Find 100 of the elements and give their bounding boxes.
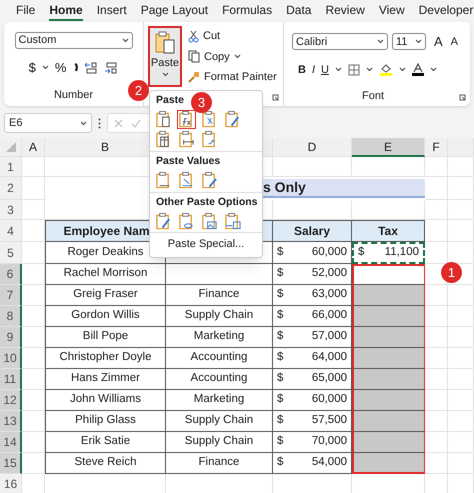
empty-cell: [448, 348, 474, 369]
decrease-decimal-icon[interactable]: [104, 62, 118, 74]
ribbon-tab[interactable]: Page Layout: [140, 1, 208, 21]
table-cell: John Williams: [45, 390, 166, 411]
chevron-down-icon: [162, 72, 168, 76]
italic-button[interactable]: I: [312, 62, 316, 78]
column-header[interactable]: F: [425, 138, 448, 157]
format-painter-button[interactable]: Format Painter: [204, 69, 277, 86]
row-header[interactable]: 2: [0, 177, 22, 200]
row-header[interactable]: 16: [0, 474, 22, 493]
row-header[interactable]: 14: [0, 432, 22, 453]
dialog-launcher-icon[interactable]: [272, 94, 279, 101]
row-header[interactable]: 12: [0, 390, 22, 411]
ribbon-tab[interactable]: Data: [286, 1, 312, 21]
font-size-dropdown[interactable]: 11: [392, 33, 426, 50]
paste-option-button[interactable]: [154, 211, 173, 230]
number-format-dropdown[interactable]: Custom: [14, 32, 132, 49]
comma-icon[interactable]: [72, 62, 78, 73]
shrink-font-button[interactable]: A: [446, 34, 458, 50]
ribbon-tab[interactable]: Review: [325, 1, 365, 21]
percent-button[interactable]: %: [54, 58, 66, 78]
ribbon-tab[interactable]: Formulas: [222, 1, 272, 21]
chevron-down-icon: [42, 65, 49, 70]
clipboard-icon: [155, 212, 172, 230]
grow-font-button[interactable]: A: [430, 32, 443, 52]
column-header[interactable]: E: [352, 138, 425, 157]
table-cell: Accounting: [166, 369, 273, 390]
row-header[interactable]: 11: [0, 369, 22, 390]
chevron-down-icon: [398, 67, 406, 72]
row-header[interactable]: 13: [0, 411, 22, 432]
font-color-icon[interactable]: [412, 63, 424, 76]
borders-icon[interactable]: [348, 64, 360, 76]
paste-button[interactable]: Paste: [148, 26, 182, 87]
table-cell: Finance: [166, 285, 273, 306]
clipboard-icon: [224, 212, 241, 230]
row-header[interactable]: 8: [0, 306, 22, 327]
clipboard-icon: [178, 212, 195, 230]
clipboard-icon: [201, 130, 218, 148]
empty-cell: [448, 432, 474, 453]
paste-option-button[interactable]: [223, 110, 242, 129]
row-header[interactable]: 3: [0, 200, 22, 220]
empty-cell: [448, 390, 474, 411]
table-cell: Steve Reich: [45, 453, 166, 474]
clipboard-icon: [178, 110, 195, 128]
chevron-down-icon: [377, 39, 384, 44]
row-header[interactable]: 9: [0, 327, 22, 348]
empty-cell: [448, 369, 474, 390]
table-title: s Only: [263, 179, 425, 198]
table-cell: $ 52,000: [273, 264, 352, 285]
group-label: Font: [362, 89, 384, 104]
copy-button[interactable]: Copy: [204, 48, 230, 65]
group-label: Number: [54, 88, 94, 102]
empty-cell: [448, 453, 474, 474]
table-header: Tax: [352, 220, 425, 242]
check-icon[interactable]: [131, 118, 141, 128]
row-header[interactable]: 7: [0, 285, 22, 306]
row-header[interactable]: 6: [0, 264, 22, 285]
chevron-down-icon: [415, 39, 422, 44]
empty-cell: [448, 200, 474, 220]
paste-special-item[interactable]: Paste Special...: [150, 232, 262, 255]
ribbon-tab[interactable]: File: [16, 1, 36, 21]
menu-section-title: Other Paste Options: [155, 194, 258, 210]
paste-option-button[interactable]: [200, 211, 219, 230]
ribbon-tab[interactable]: Insert: [96, 1, 127, 21]
empty-cell: [448, 306, 474, 327]
underline-button[interactable]: U: [321, 62, 329, 78]
chevron-down-icon: [334, 67, 342, 72]
cut-button[interactable]: Cut: [203, 28, 220, 44]
table-cell: Bill Pope: [45, 327, 166, 348]
table-cell: Accounting: [166, 348, 273, 369]
paste-option-button[interactable]: [177, 130, 196, 149]
name-box[interactable]: E6: [4, 113, 92, 133]
paste-option-button[interactable]: [223, 211, 242, 230]
copy-icon: [188, 50, 200, 64]
dialog-launcher-icon[interactable]: [459, 94, 466, 101]
bold-button[interactable]: B: [298, 62, 306, 78]
paste-option-button[interactable]: [200, 170, 219, 190]
ribbon-tab[interactable]: View: [378, 1, 405, 21]
clipboard-icon: [224, 110, 241, 128]
table-cell: Marketing: [166, 390, 273, 411]
table-cell: Finance: [166, 453, 273, 474]
row-header[interactable]: 5: [0, 242, 22, 264]
clipboard-icon: [201, 212, 218, 230]
increase-decimal-icon[interactable]: [84, 62, 98, 74]
table-cell: Supply Chain: [166, 411, 273, 432]
paste-option-button[interactable]: [177, 110, 196, 129]
column-header[interactable]: A: [22, 138, 45, 157]
empty-cell: [448, 177, 474, 200]
ribbon-tab[interactable]: Developer: [418, 1, 474, 21]
currency-button[interactable]: $: [28, 58, 36, 78]
fill-color-icon[interactable]: [378, 63, 393, 76]
font-name-dropdown[interactable]: Calibri: [292, 33, 388, 50]
clipboard-icon: [155, 110, 172, 128]
row-header[interactable]: 4: [0, 220, 22, 242]
empty-cell: [448, 327, 474, 348]
empty-cell: [448, 285, 474, 306]
row-header[interactable]: 1: [0, 157, 22, 177]
chevron-down-icon: [122, 38, 128, 43]
row-header[interactable]: 10: [0, 348, 22, 369]
row-header[interactable]: 15: [0, 453, 22, 474]
